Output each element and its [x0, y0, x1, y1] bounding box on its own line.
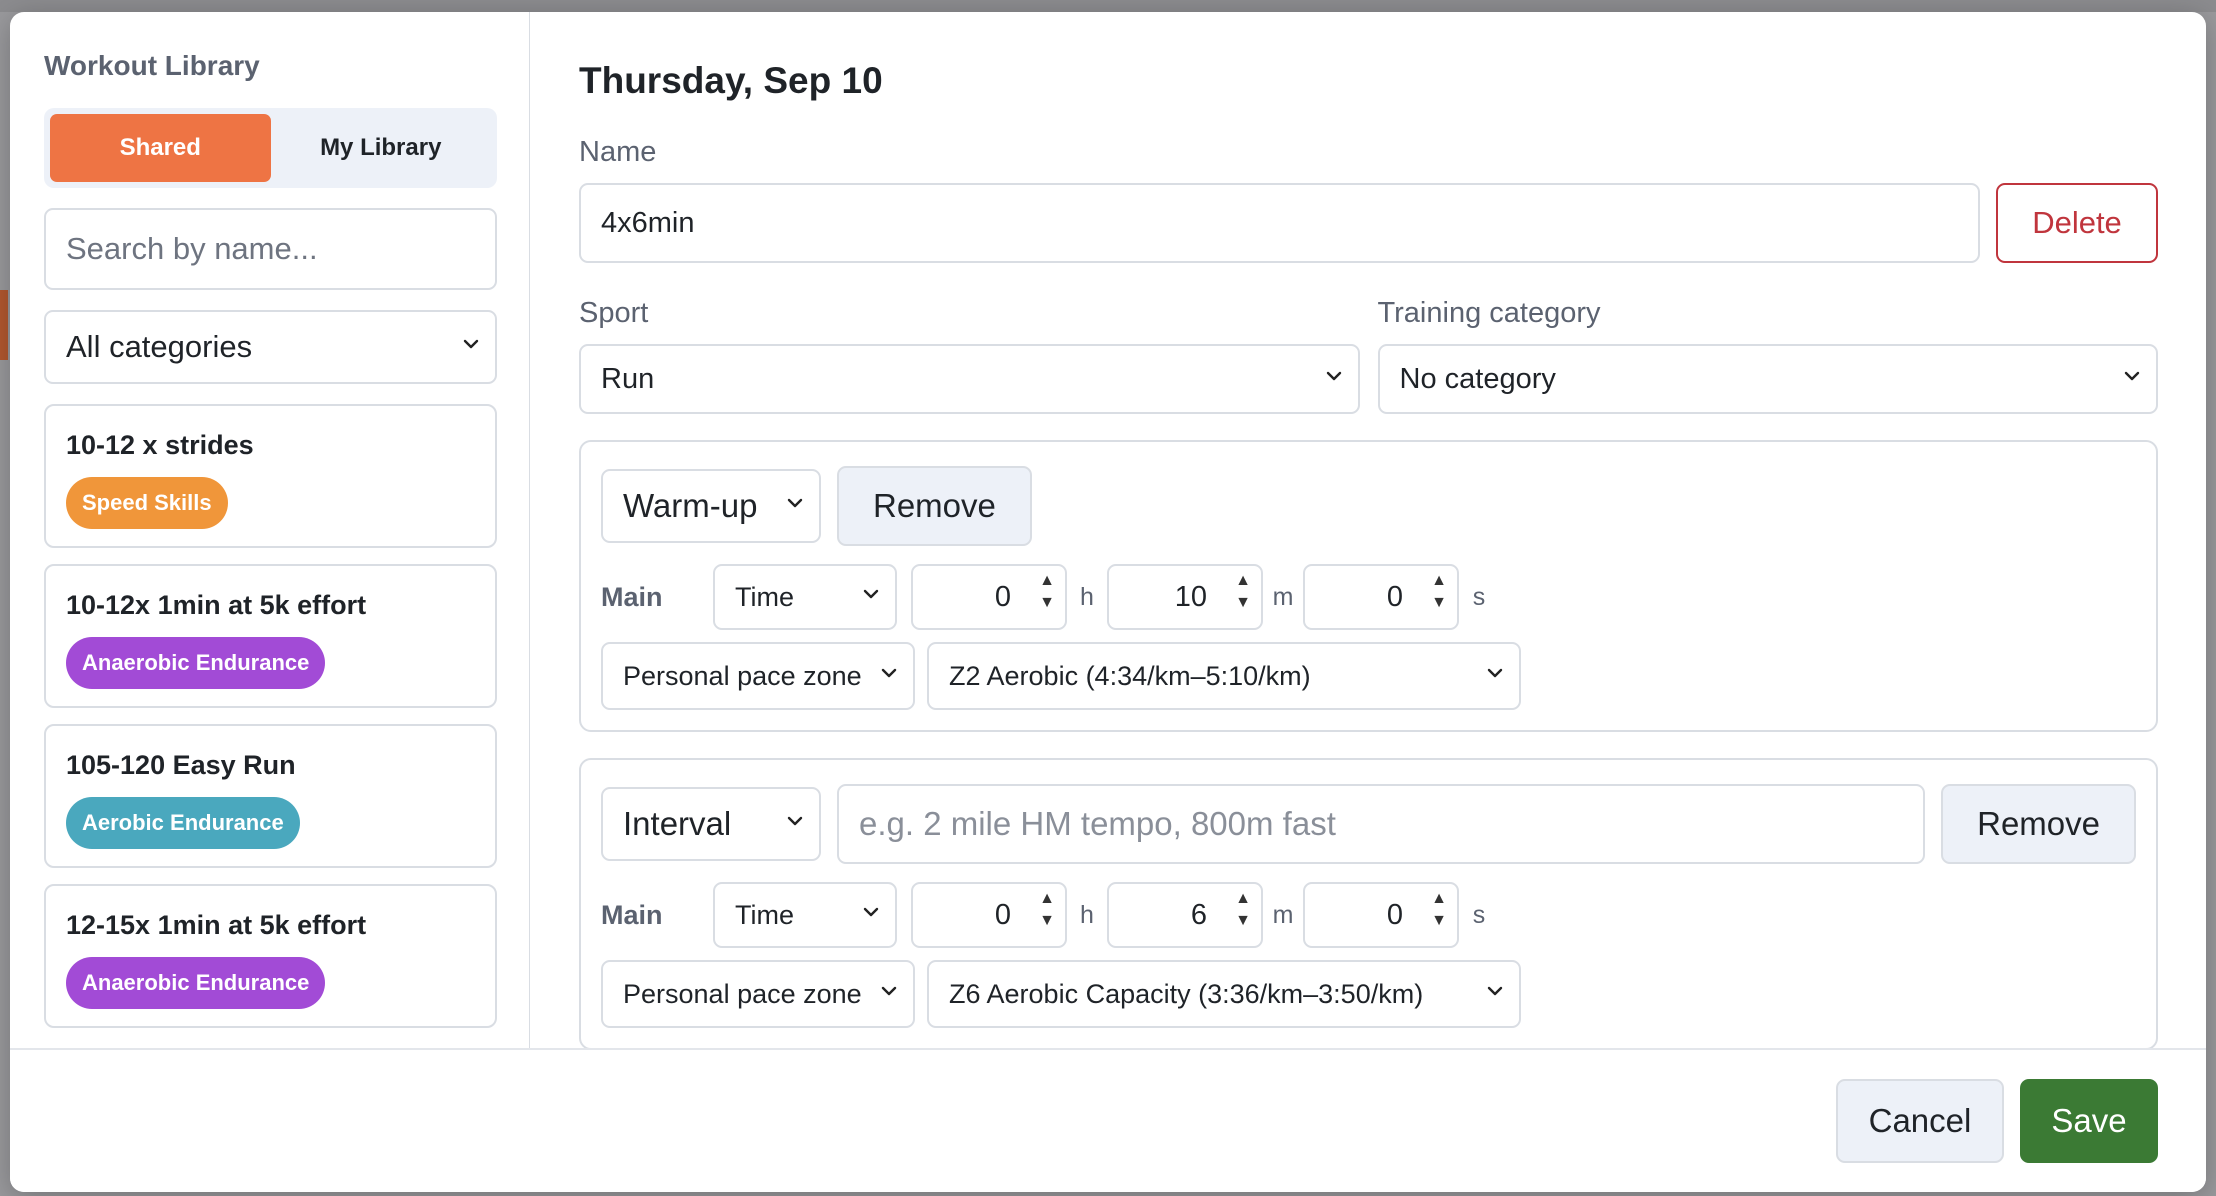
hours-unit: h [1080, 582, 1094, 611]
workout-name: 10-12x 1min at 5k effort [66, 590, 367, 620]
category-filter-value: All categories [66, 329, 253, 364]
hours-unit: h [1080, 900, 1094, 929]
workout-name: 105-120 Easy Run [66, 750, 296, 780]
step-type-select[interactable]: Interval [601, 787, 821, 861]
chevron-down-icon [787, 813, 803, 829]
chevron-down-icon [787, 495, 803, 511]
chevron-down-icon [881, 983, 897, 999]
stepper-arrows-icon[interactable]: ▲ ▼ [1235, 572, 1251, 612]
category-badge: Aerobic Endurance [66, 797, 300, 849]
duration-label: Main [601, 899, 663, 930]
workout-step-card: Interval Remove Main Time 0 ▲▼ h 6 [579, 758, 2158, 1048]
category-filter-select[interactable]: All categories [44, 310, 497, 384]
remove-step-button[interactable]: Remove [1941, 784, 2136, 864]
workout-card[interactable]: 12-15x 1min at 5k effort Anaerobic Endur… [44, 884, 497, 1028]
workout-step-card: Warm-up Remove Main Time 0 ▲ ▼ h 10 ▲ ▼ … [579, 440, 2158, 732]
modal-footer: Cancel Save [10, 1048, 2206, 1192]
hours-value: 0 [994, 898, 1011, 931]
minutes-input[interactable]: 10 ▲ ▼ [1107, 564, 1263, 630]
workout-list: 10-12 x strides Speed Skills 10-12x 1min… [44, 404, 497, 1028]
search-input[interactable] [44, 208, 497, 290]
chevron-down-icon [863, 904, 879, 920]
sidebar-title: Workout Library [44, 50, 260, 81]
minutes-unit: m [1272, 900, 1294, 929]
step-type-value: Warm-up [623, 487, 758, 524]
stepper-arrows-icon[interactable]: ▲ ▼ [1431, 572, 1447, 612]
sport-value: Run [601, 362, 655, 395]
chevron-down-icon [2124, 368, 2140, 384]
category-badge: Anaerobic Endurance [66, 957, 326, 1009]
workout-name: 12-15x 1min at 5k effort [66, 910, 367, 940]
workout-card[interactable]: 105-120 Easy Run Aerobic Endurance [44, 724, 497, 868]
remove-step-button[interactable]: Remove [837, 466, 1032, 546]
pace-zone-value: Z6 Aerobic Capacity (3:36/km–3:50/km) [949, 978, 1424, 1009]
training-category-select[interactable]: No category [1377, 344, 2158, 414]
duration-mode-value: Time [735, 581, 794, 612]
intensity-mode-select[interactable]: Personal pace zone [601, 642, 915, 710]
delete-button[interactable]: Delete [1996, 183, 2158, 263]
training-category-label: Training category [1377, 297, 1601, 329]
training-category-value: No category [1399, 362, 1556, 395]
seconds-input[interactable]: 0 ▲ ▼ [1303, 564, 1459, 630]
workout-editor: Thursday, Sep 10 Name Delete Sport Run T… [531, 12, 2206, 1048]
minutes-input[interactable]: 6 ▲ ▼ [1107, 882, 1263, 948]
hours-value: 0 [994, 580, 1011, 613]
chevron-down-icon [1487, 983, 1503, 999]
save-button[interactable]: Save [2020, 1079, 2158, 1163]
duration-mode-select[interactable]: Time [713, 564, 897, 630]
seconds-input[interactable]: 0 ▲ ▼ [1303, 882, 1459, 948]
chevron-down-icon [881, 665, 897, 681]
chevron-down-icon [1487, 665, 1503, 681]
cancel-button[interactable]: Cancel [1836, 1079, 2004, 1163]
sport-label: Sport [579, 297, 649, 329]
chevron-down-icon [863, 586, 879, 602]
stepper-arrows-icon[interactable]: ▲ ▼ [1235, 890, 1251, 930]
workout-library-sidebar: Workout Library Shared My Library All ca… [10, 12, 530, 1048]
chevron-down-icon [1326, 368, 1342, 384]
pace-zone-value: Z2 Aerobic (4:34/km–5:10/km) [949, 660, 1311, 691]
workout-editor-modal: Workout Library Shared My Library All ca… [10, 12, 2206, 1192]
category-badge: Speed Skills [66, 477, 228, 529]
stepper-arrows-icon[interactable]: ▲ ▼ [1039, 890, 1055, 930]
intensity-mode-value: Personal pace zone [623, 660, 862, 691]
seconds-unit: s [1472, 582, 1486, 611]
intensity-mode-value: Personal pace zone [623, 978, 862, 1009]
library-tabs: Shared My Library [44, 108, 497, 188]
duration-mode-value: Time [735, 899, 794, 930]
hours-input[interactable]: 0 ▲ ▼ [911, 564, 1067, 630]
page-title: Thursday, Sep 10 [579, 60, 883, 101]
background-topbar [0, 0, 2216, 12]
duration-mode-select[interactable]: Time [713, 882, 897, 948]
minutes-value: 6 [1190, 898, 1207, 931]
workout-card[interactable]: 10-12x 1min at 5k effort Anaerobic Endur… [44, 564, 497, 708]
step-type-value: Interval [623, 805, 732, 842]
chevron-down-icon [463, 336, 479, 352]
pace-zone-select[interactable]: Z2 Aerobic (4:34/km–5:10/km) [927, 642, 1521, 710]
hours-input[interactable]: 0 ▲ ▼ [911, 882, 1067, 948]
workout-name: 10-12 x strides [66, 430, 254, 460]
duration-label: Main [601, 581, 663, 612]
seconds-value: 0 [1386, 580, 1403, 613]
workout-name-input[interactable] [579, 183, 1980, 263]
pace-zone-select[interactable]: Z6 Aerobic Capacity (3:36/km–3:50/km) [927, 960, 1521, 1028]
step-type-select[interactable]: Warm-up [601, 469, 821, 543]
sport-select[interactable]: Run [579, 344, 1360, 414]
category-badge: Anaerobic Endurance [66, 637, 326, 689]
tab-my-library[interactable]: My Library [271, 114, 492, 182]
tab-shared[interactable]: Shared [50, 114, 271, 182]
seconds-unit: s [1472, 900, 1486, 929]
step-description-input[interactable] [837, 784, 1926, 864]
name-label: Name [579, 136, 657, 168]
stepper-arrows-icon[interactable]: ▲ ▼ [1431, 890, 1447, 930]
minutes-value: 10 [1174, 580, 1207, 613]
intensity-mode-select[interactable]: Personal pace zone [601, 960, 915, 1028]
background-accent-strip [0, 290, 8, 360]
stepper-arrows-icon[interactable]: ▲ ▼ [1039, 572, 1055, 612]
seconds-value: 0 [1386, 898, 1403, 931]
workout-card[interactable]: 10-12 x strides Speed Skills [44, 404, 497, 548]
minutes-unit: m [1272, 582, 1294, 611]
